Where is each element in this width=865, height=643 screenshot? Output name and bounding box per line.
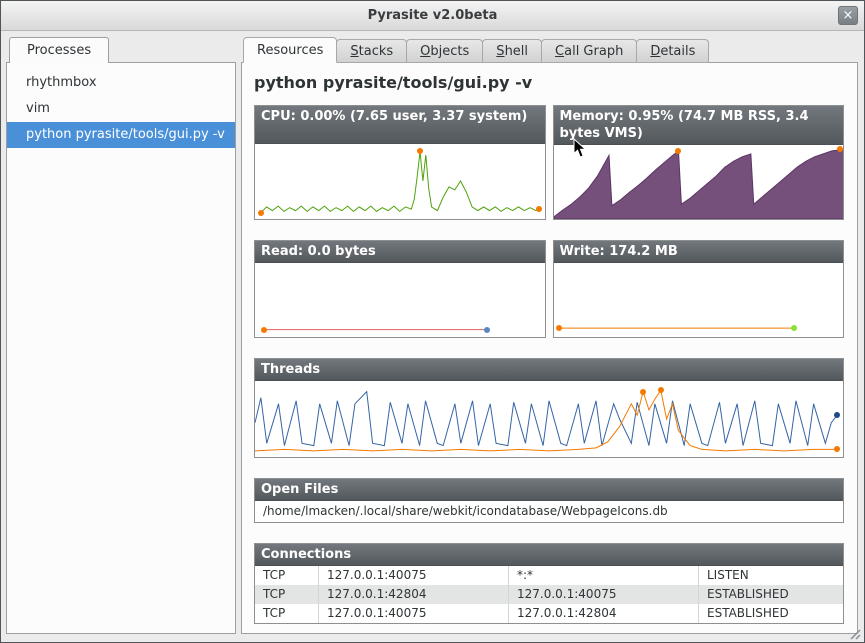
connection-cell: 127.0.0.1:40075: [509, 585, 699, 604]
process-list: rhythmboxvimpython pyrasite/tools/gui.py…: [6, 62, 236, 634]
tab-shell[interactable]: Shell: [482, 39, 542, 63]
panel-cpu-title: CPU: 0.00% (7.65 user, 3.37 system): [255, 106, 545, 144]
chart-dot: [658, 387, 664, 393]
chart-dot: [834, 412, 840, 418]
panel-connections: Connections TCP127.0.0.1:40075*:*LISTENT…: [254, 543, 844, 624]
panel-threads: Threads: [254, 358, 844, 458]
connection-cell: 127.0.0.1:40075: [319, 566, 509, 585]
open-file-row[interactable]: /home/lmacken/.local/share/webkit/iconda…: [255, 501, 843, 522]
resize-grip[interactable]: [847, 625, 861, 639]
connection-cell: ESTABLISHED: [699, 604, 843, 623]
threads-chart: [255, 381, 843, 457]
open-files-list: /home/lmacken/.local/share/webkit/iconda…: [255, 501, 843, 522]
chart-dot: [837, 146, 843, 152]
cpu-chart: [255, 144, 545, 218]
connection-cell: *:*: [509, 566, 699, 585]
window-title: Pyrasite v2.0beta: [1, 1, 864, 30]
connections-table: TCP127.0.0.1:40075*:*LISTENTCP127.0.0.1:…: [255, 566, 843, 623]
connection-row[interactable]: TCP127.0.0.1:40075*:*LISTEN: [255, 566, 843, 585]
resources-view: python pyrasite/tools/gui.py -v CPU: 0.0…: [241, 62, 858, 634]
chart-dot: [417, 148, 423, 154]
panel-write-title: Write: 174.2 MB: [554, 241, 844, 263]
io-row: Read: 0.0 bytes Write: 174.2 MB: [254, 240, 844, 338]
panel-open-files: Open Files /home/lmacken/.local/share/we…: [254, 478, 844, 523]
chart-dot: [675, 148, 681, 154]
chart-dot: [640, 389, 646, 395]
chart-dot: [261, 327, 267, 333]
pyrasite-window: Pyrasite v2.0beta × Processes rhythmboxv…: [0, 0, 865, 643]
panel-open-files-title: Open Files: [255, 479, 843, 501]
read-chart: [255, 263, 545, 337]
panel-read: Read: 0.0 bytes: [254, 240, 546, 338]
processes-notebook: Processes rhythmboxvimpython pyrasite/to…: [6, 37, 236, 634]
connection-cell: LISTEN: [699, 566, 843, 585]
panel-threads-title: Threads: [255, 359, 843, 381]
chart-dot: [556, 325, 562, 331]
panel-memory-title: Memory: 0.95% (74.7 MB RSS, 3.4 bytes VM…: [554, 106, 844, 145]
close-button[interactable]: ×: [838, 6, 858, 25]
process-item[interactable]: vim: [7, 96, 235, 122]
connection-cell: ESTABLISHED: [699, 585, 843, 604]
connection-row[interactable]: TCP127.0.0.1:42804127.0.0.1:40075ESTABLI…: [255, 585, 843, 604]
panel-connections-title: Connections: [255, 544, 843, 566]
connection-cell: 127.0.0.1:40075: [319, 604, 509, 623]
process-item[interactable]: rhythmbox: [7, 70, 235, 96]
connection-cell: TCP: [255, 604, 319, 623]
tab-resources[interactable]: Resources: [243, 37, 337, 63]
chart-dot: [536, 206, 542, 212]
process-item[interactable]: python pyrasite/tools/gui.py -v: [7, 122, 235, 148]
write-chart: [554, 263, 844, 337]
page-title: python pyrasite/tools/gui.py -v: [254, 73, 844, 92]
connection-cell: 127.0.0.1:42804: [319, 585, 509, 604]
panel-memory: Memory: 0.95% (74.7 MB RSS, 3.4 bytes VM…: [553, 105, 845, 220]
connection-cell: TCP: [255, 585, 319, 604]
chart-dot: [258, 210, 264, 216]
connection-cell: TCP: [255, 566, 319, 585]
connection-cell: 127.0.0.1:42804: [509, 604, 699, 623]
panel-write: Write: 174.2 MB: [553, 240, 845, 338]
tab-call-graph[interactable]: Call Graph: [541, 39, 637, 63]
tabs-row: ResourcesStacksObjectsShellCall GraphDet…: [243, 37, 708, 63]
tab-details[interactable]: Details: [636, 39, 709, 63]
close-icon: ×: [843, 8, 854, 23]
panel-cpu: CPU: 0.00% (7.65 user, 3.37 system): [254, 105, 546, 220]
titlebar[interactable]: Pyrasite v2.0beta ×: [1, 1, 864, 31]
tab-processes[interactable]: Processes: [9, 37, 109, 63]
memory-chart: [554, 145, 844, 219]
chart-dot: [834, 446, 840, 452]
chart-dot: [484, 327, 490, 333]
tab-objects[interactable]: Objects: [406, 39, 483, 63]
chart-dot: [791, 325, 797, 331]
main-notebook: ResourcesStacksObjectsShellCall GraphDet…: [241, 37, 858, 634]
connection-row[interactable]: TCP127.0.0.1:40075127.0.0.1:42804ESTABLI…: [255, 604, 843, 623]
panel-read-title: Read: 0.0 bytes: [255, 241, 545, 263]
cpu-memory-row: CPU: 0.00% (7.65 user, 3.37 system) Memo…: [254, 105, 844, 220]
tab-stacks[interactable]: Stacks: [336, 39, 407, 63]
